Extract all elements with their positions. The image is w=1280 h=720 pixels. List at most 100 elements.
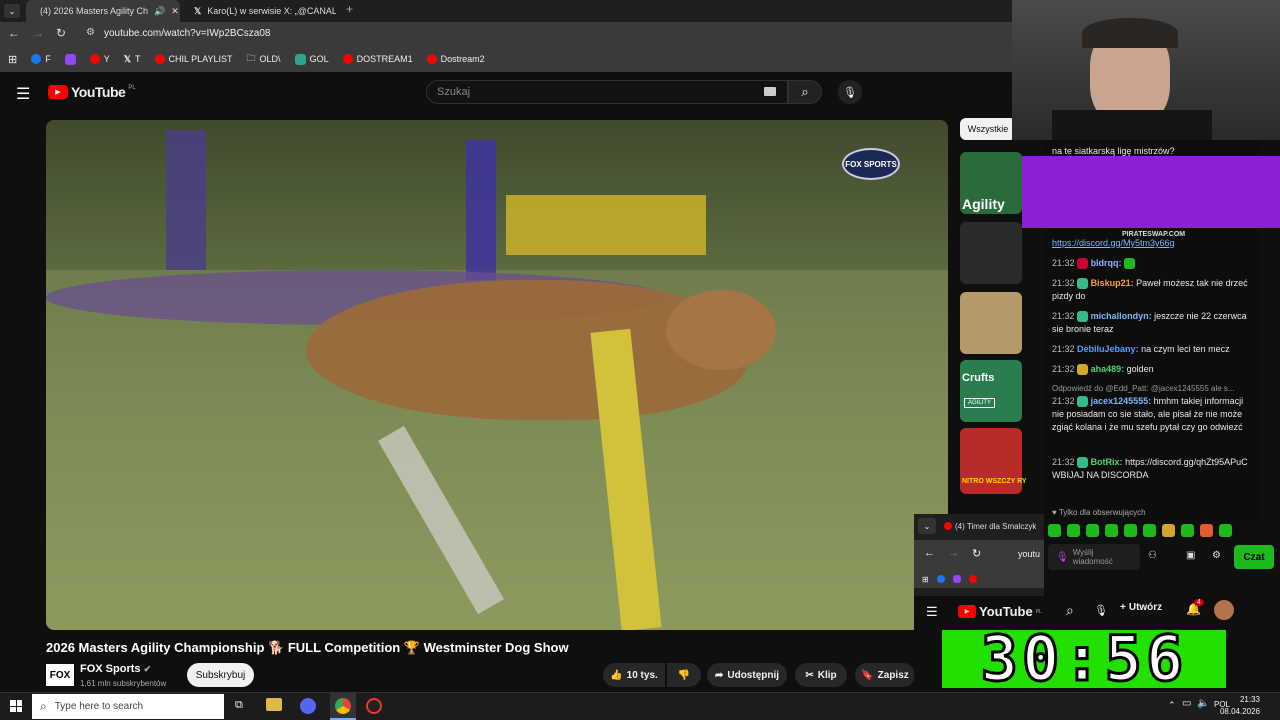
tab-x[interactable]: 𝕏 Karo(L) w serwisie X: „@CANAL ✕ — [186, 0, 336, 22]
emote-icon[interactable] — [1124, 523, 1137, 537]
bookmark-dostream2[interactable]: Dostream2 — [426, 54, 485, 64]
keyboard-icon[interactable] — [764, 87, 776, 96]
recommendation-thumbnail[interactable] — [960, 292, 1022, 354]
chat-link[interactable]: https://discord.gg/My5tm3y66g — [1052, 237, 1252, 250]
webcam-overlay — [1012, 0, 1280, 140]
dislike-button[interactable]: 👎 — [667, 663, 701, 687]
search-button[interactable]: ⌕ — [788, 80, 822, 104]
emote-icon[interactable] — [1048, 523, 1061, 537]
chat-send-button[interactable]: Czat — [1234, 545, 1274, 569]
site-info-icon[interactable]: ⚙ — [86, 27, 95, 38]
discord-icon[interactable] — [300, 698, 316, 714]
video-player[interactable]: FOX SPORTS — [46, 120, 948, 630]
folder-icon: 🗀 — [246, 53, 256, 63]
search-input[interactable]: Szukaj — [426, 80, 788, 104]
tab-list-icon[interactable]: ⌄ — [4, 4, 20, 18]
chat-message: 21:32 michallondyn: jeszcze nie 22 czerw… — [1052, 311, 1247, 334]
emote-icon[interactable] — [1143, 523, 1156, 537]
forward-icon[interactable]: → — [32, 26, 44, 40]
voice-search-button[interactable]: 🎙 — [838, 80, 862, 104]
settings-icon[interactable]: ⚙ — [1212, 550, 1221, 561]
jump-post — [166, 130, 206, 270]
thumb-label: Crufts — [962, 372, 995, 384]
popup-url[interactable]: youtu — [1018, 549, 1040, 559]
emote-bar[interactable] — [1048, 522, 1260, 538]
menu-icon[interactable]: ☰ — [926, 604, 938, 620]
notifications-button[interactable]: 🔔 4 — [1186, 599, 1204, 616]
new-tab-icon[interactable]: + — [346, 2, 353, 16]
emote-icon[interactable] — [1200, 523, 1213, 537]
bookmark-old[interactable]: 🗀 OLD\ — [247, 51, 281, 67]
obs-icon[interactable] — [366, 698, 382, 714]
windows-start-icon[interactable] — [10, 700, 22, 712]
emote-icon[interactable] — [1219, 523, 1232, 537]
reload-icon[interactable]: ↻ — [56, 26, 66, 40]
chat-message: 21:32 jacex1245555: hmhm takiej informac… — [1052, 396, 1244, 432]
search-icon: ⌕ — [40, 699, 47, 713]
filter-chip-all[interactable]: Wszystkie — [960, 118, 1016, 140]
search-icon[interactable]: ⌕ — [1066, 602, 1074, 619]
popup-tab[interactable]: (4) Timer dla Smalczyk — [944, 518, 1044, 534]
channel-name[interactable]: FOX Sports ✔ — [80, 663, 151, 675]
recommendation-thumbnail[interactable] — [960, 222, 1022, 284]
youtube-logo[interactable]: ▶ YouTube PL — [958, 604, 1042, 619]
tab-list-icon[interactable]: ⌄ — [918, 518, 936, 534]
like-button[interactable]: 👍 10 tys. — [603, 663, 665, 687]
bookmark-twitch[interactable] — [64, 53, 76, 65]
task-view-icon[interactable]: ⧉ — [235, 699, 243, 712]
bookmark-dostream1[interactable]: DOSTREAM1 — [342, 54, 413, 64]
back-icon[interactable]: ← — [8, 26, 20, 40]
apps-grid-icon[interactable]: ⊞ — [922, 575, 929, 584]
mic-icon[interactable]: 🎙 — [1094, 604, 1108, 617]
tab-label: Karo(L) w serwisie X: „@CANAL — [207, 6, 336, 16]
share-button[interactable]: ➦ Udostępnij — [707, 663, 787, 687]
clip-button[interactable]: ✂ Klip — [795, 663, 847, 687]
dog-head — [666, 290, 776, 370]
url-field[interactable]: youtube.com/watch?v=IWp2BCsza08 — [104, 28, 270, 39]
bookmark-gol[interactable]: GOL — [294, 53, 329, 65]
back-icon[interactable]: ← — [924, 547, 935, 559]
fox-sports-badge: FOX SPORTS — [842, 148, 900, 180]
emote-icon[interactable] — [1162, 523, 1175, 537]
avatar[interactable] — [1214, 600, 1234, 620]
emote-icon[interactable] — [1105, 523, 1118, 537]
store-icon[interactable]: ▣ — [1186, 550, 1195, 561]
forward-icon[interactable]: → — [948, 547, 959, 559]
emote-icon[interactable] — [1067, 523, 1080, 537]
youtube-logo[interactable]: ▶ YouTube PL — [48, 84, 136, 100]
scissors-icon: ✂ — [805, 669, 814, 681]
recommendation-thumbnail[interactable]: NITRO WSZCZY RY — [960, 428, 1027, 494]
bookmark-f[interactable]: F — [31, 54, 51, 64]
recommendation-thumbnail[interactable]: Crufts AGILITY — [960, 360, 1022, 422]
emote-icon[interactable] — [1181, 523, 1194, 537]
save-button[interactable]: 🔖 Zapisz — [855, 663, 915, 687]
twitch-icon[interactable] — [952, 575, 961, 583]
pirateswap-banner[interactable] — [1022, 156, 1280, 228]
bookmark-t[interactable]: 𝕏T — [124, 54, 141, 65]
mic-icon: 🎙 — [1056, 551, 1069, 563]
subscribe-button[interactable]: Subskrybuj — [187, 663, 254, 687]
chat-input[interactable]: 🎙 Wyślij wiadomość — [1048, 544, 1140, 570]
create-button[interactable]: + Utwórz — [1120, 602, 1162, 613]
region-code: PL — [128, 85, 136, 91]
menu-icon[interactable]: ☰ — [16, 84, 30, 104]
bookmark-chil-playlist[interactable]: CHIL PLAYLIST — [154, 54, 233, 64]
file-explorer-icon[interactable] — [266, 698, 282, 711]
bookmark-y[interactable]: Y — [89, 54, 110, 64]
tab-youtube[interactable]: (4) 2026 Masters Agility Ch 🔊 ✕ — [26, 0, 180, 22]
chrome-taskbar-button[interactable] — [330, 693, 356, 720]
youtube-icon[interactable] — [968, 575, 977, 583]
clock[interactable]: 21:33 08.04.2026 — [1204, 694, 1260, 718]
users-icon[interactable]: ⚇ — [1148, 550, 1157, 561]
emote-icon[interactable] — [1086, 523, 1099, 537]
facebook-icon[interactable] — [936, 575, 945, 583]
taskbar-search[interactable]: ⌕ Type here to search — [32, 694, 224, 719]
network-icon[interactable]: ▭ — [1182, 698, 1191, 709]
thumb-label: Agility — [962, 196, 1005, 212]
close-icon[interactable]: ✕ — [171, 6, 179, 17]
channel-avatar[interactable]: FOX — [46, 664, 74, 686]
reload-icon[interactable]: ↻ — [972, 547, 981, 560]
apps-grid-icon[interactable]: ⊞ — [8, 53, 17, 66]
recommendation-thumbnail[interactable]: Agility — [960, 152, 1022, 214]
tray-chevron-icon[interactable]: ⌃ — [1168, 700, 1176, 711]
